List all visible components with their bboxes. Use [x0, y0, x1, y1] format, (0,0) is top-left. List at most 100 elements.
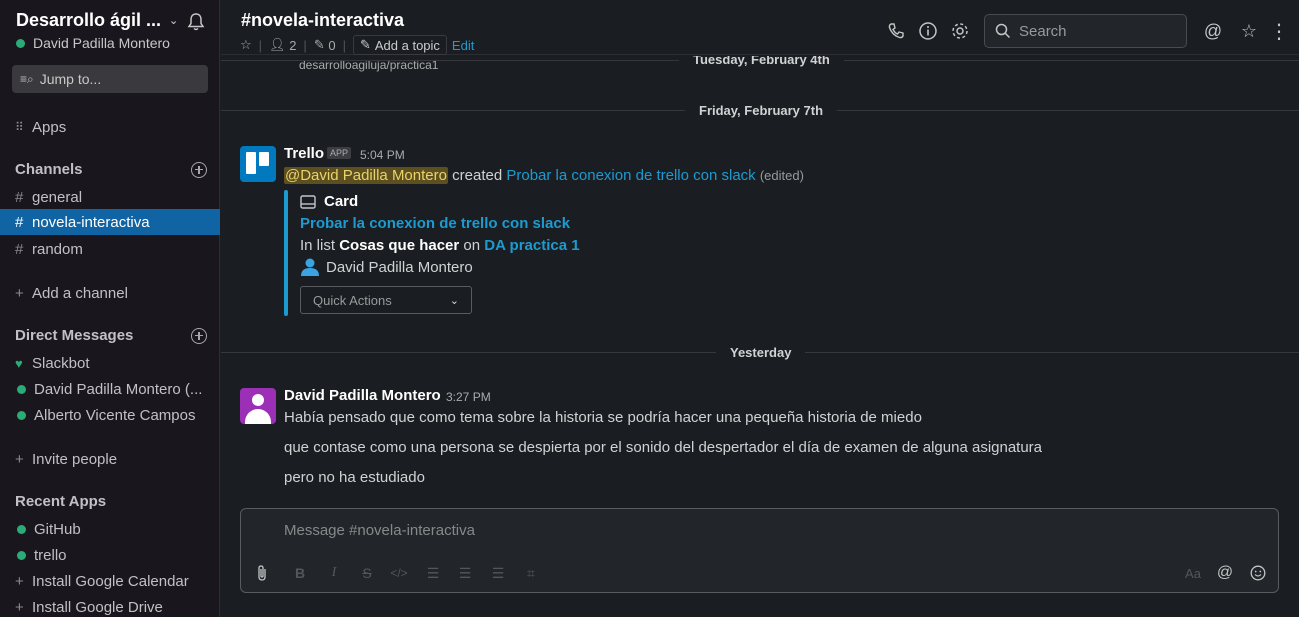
plus-icon: +	[15, 572, 24, 590]
channel-meta: ☆ | 👤︎ 2 | ✎ 0 | ✎ Add a topic Edit	[240, 35, 474, 55]
sidebar-item-app-github[interactable]: GitHub	[0, 516, 220, 542]
code-block-icon[interactable]: ⌗	[522, 564, 540, 582]
add-topic-button[interactable]: ✎ Add a topic	[352, 35, 447, 55]
list-name: Cosas que hacer	[339, 237, 460, 254]
sidebar-item-label: Add a channel	[32, 284, 128, 302]
sidebar-item-dm-slackbot[interactable]: ♥ Slackbot	[0, 350, 220, 376]
channel-title[interactable]: #novela-interactiva	[241, 10, 404, 31]
card-link[interactable]: Probar la conexion de trello con slack	[506, 167, 755, 184]
direct-messages-header[interactable]: Direct Messages	[15, 327, 207, 344]
edited-label: (edited)	[759, 168, 804, 183]
mentions-icon[interactable]: @	[1202, 20, 1224, 42]
trello-avatar[interactable]	[240, 146, 276, 182]
on-label: on	[463, 237, 481, 254]
code-icon[interactable]: </>	[390, 564, 408, 582]
message-sender[interactable]: Trello	[284, 145, 324, 162]
user-avatar[interactable]	[240, 388, 276, 424]
pin-icon[interactable]: ✎	[314, 37, 325, 53]
add-channel-plus-icon[interactable]	[191, 161, 207, 178]
formatting-toggle[interactable]: Aa	[1182, 564, 1204, 582]
sidebar-item-label: Apps	[32, 118, 67, 136]
sidebar-item-install-google-drive[interactable]: + Install Google Drive	[0, 594, 220, 617]
user-mention[interactable]: @David Padilla Montero	[284, 167, 448, 184]
sidebar-item-label: Install Google Calendar	[32, 572, 189, 590]
star-icon[interactable]: ☆	[240, 37, 252, 53]
presence-dot-icon	[17, 550, 26, 560]
channels-header[interactable]: Channels	[15, 161, 207, 178]
channels-header-label: Channels	[15, 161, 83, 178]
card-title-link[interactable]: Probar la conexion de trello con slack	[300, 215, 570, 232]
member-count[interactable]: 2	[289, 38, 296, 53]
recent-apps-header: Recent Apps	[15, 493, 207, 510]
sidebar-item-label: general	[32, 188, 83, 206]
bold-icon[interactable]: B	[291, 564, 309, 582]
more-vertical-icon[interactable]: ⋮	[1268, 20, 1290, 43]
card-header: Card	[300, 193, 358, 210]
info-icon[interactable]	[917, 20, 939, 42]
message-timestamp[interactable]: 3:27 PM	[446, 390, 491, 404]
sidebar-item-app-trello[interactable]: trello	[0, 542, 220, 568]
search-placeholder: Search	[1019, 22, 1067, 40]
sidebar-item-label: trello	[34, 546, 67, 564]
paperclip-icon[interactable]	[253, 564, 271, 582]
jump-to-icon: ≡⌕	[20, 71, 34, 86]
mention-icon[interactable]: @	[1216, 564, 1234, 582]
gear-icon[interactable]	[949, 20, 971, 42]
message-sender[interactable]: David Padilla Montero	[284, 387, 441, 404]
quick-actions-label: Quick Actions	[313, 292, 392, 308]
day-divider-label: Yesterday	[716, 345, 806, 360]
phone-icon[interactable]	[885, 20, 907, 42]
presence-dot-icon	[17, 524, 26, 534]
sidebar-item-channel-novela-interactiva[interactable]: # novela-interactiva	[0, 209, 220, 235]
hash-icon: #	[15, 240, 24, 258]
board-link[interactable]: DA practica 1	[484, 237, 579, 254]
sidebar-item-label: GitHub	[34, 520, 81, 538]
hash-icon: #	[15, 213, 24, 231]
sidebar-item-dm-david[interactable]: David Padilla Montero (...	[0, 376, 220, 402]
add-dm-plus-icon[interactable]	[191, 327, 207, 344]
card-list-info: In list Cosas que hacer on DA practica 1	[300, 237, 580, 254]
sidebar-item-install-google-calendar[interactable]: + Install Google Calendar	[0, 568, 220, 594]
add-channel-link[interactable]: + Add a channel	[0, 280, 220, 306]
invite-people-link[interactable]: + Invite people	[0, 446, 220, 472]
sidebar-item-dm-alberto[interactable]: Alberto Vicente Campos	[0, 402, 220, 428]
star-outline-icon[interactable]: ☆	[1238, 20, 1260, 42]
member-name: David Padilla Montero	[326, 258, 473, 276]
sidebar-item-label: Slackbot	[32, 354, 90, 372]
hash-icon: #	[15, 188, 24, 206]
member-icon	[301, 258, 319, 276]
members-icon[interactable]: 👤︎	[269, 37, 286, 53]
sidebar-item-channel-general[interactable]: # general	[0, 184, 220, 210]
quick-actions-select[interactable]: Quick Actions ⌄	[300, 286, 472, 314]
message-timestamp[interactable]: 5:04 PM	[360, 148, 405, 162]
emoji-icon[interactable]	[1249, 564, 1267, 582]
edit-topic-link[interactable]: Edit	[452, 38, 474, 53]
ordered-list-icon[interactable]: ☰	[424, 564, 442, 582]
sidebar-item-apps[interactable]: ⠿ Apps	[0, 114, 220, 140]
workspace-name-label: Desarrollo ágil ...	[16, 10, 162, 30]
strikethrough-icon[interactable]: S	[358, 564, 376, 582]
search-input[interactable]: Search	[984, 14, 1187, 48]
pin-count[interactable]: 0	[328, 38, 335, 53]
blockquote-icon[interactable]: ☰	[489, 564, 507, 582]
workspace-name[interactable]: Desarrollo ágil ... ⌄	[16, 10, 206, 31]
italic-icon[interactable]: I	[325, 564, 343, 582]
message-text: que contase como una persona se despiert…	[284, 439, 1043, 456]
sidebar-item-label: David Padilla Montero (...	[34, 380, 203, 398]
message-input[interactable]: Message #novela-interactiva	[284, 522, 475, 539]
sidebar-item-label: novela-interactiva	[32, 213, 150, 231]
plus-icon: +	[15, 450, 24, 468]
current-user: David Padilla Montero	[16, 35, 206, 51]
card-label: Card	[324, 193, 359, 210]
workspace-header[interactable]: Desarrollo ágil ... ⌄ David Padilla Mont…	[16, 10, 206, 51]
bulleted-list-icon[interactable]: ☰	[456, 564, 474, 582]
presence-dot-icon	[17, 384, 26, 394]
message-list[interactable]: desarrolloagiluja/practica1 Tuesday, Feb…	[221, 56, 1299, 496]
jump-to-button[interactable]: ≡⌕ Jump to...	[12, 65, 208, 93]
message-composer[interactable]: Message #novela-interactiva B I S </> ☰ …	[240, 508, 1279, 593]
message-body: @David Padilla Montero created Probar la…	[284, 167, 804, 184]
sidebar: Desarrollo ágil ... ⌄ David Padilla Mont…	[0, 0, 220, 617]
pencil-icon: ✎	[359, 37, 371, 52]
bell-icon[interactable]	[186, 12, 206, 32]
sidebar-item-channel-random[interactable]: # random	[0, 236, 220, 262]
